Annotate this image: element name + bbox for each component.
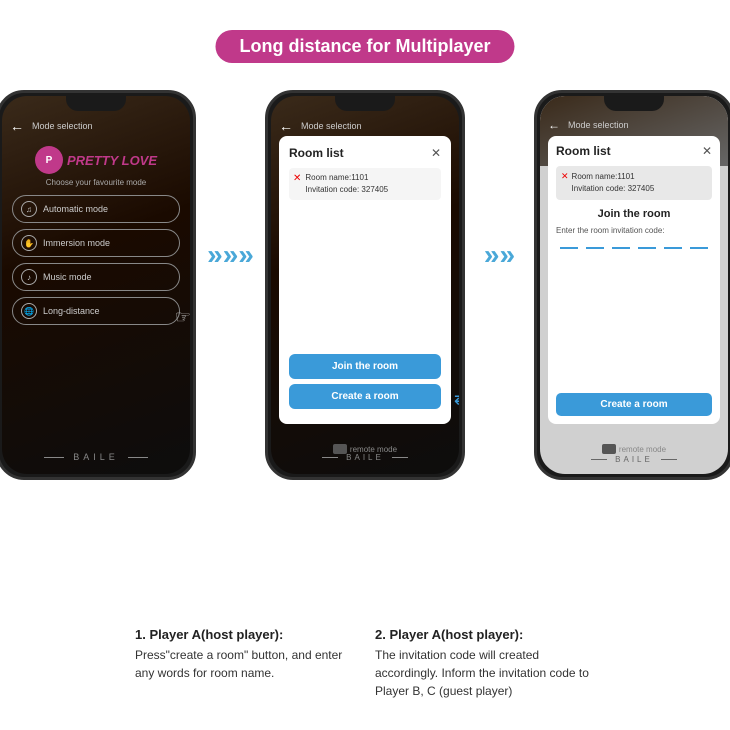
code-dash-6 <box>690 247 708 249</box>
create-room-wrapper: Create a room ⇄ <box>289 384 441 414</box>
desc-1-number: 1. Player A(host player): <box>135 627 355 642</box>
desc-1-text: Press"create a room" button, and enter a… <box>135 646 355 682</box>
desc-2-text: The invitation code will created accordi… <box>375 646 595 700</box>
phone-3-baile: BAILE <box>540 455 728 464</box>
phone3-mode-label: Mode selection <box>568 120 629 130</box>
phone3-room-name: Room name:1101 <box>572 171 655 183</box>
back-arrow-icon[interactable]: ← <box>10 118 24 134</box>
phone3-room-section: ✕ Room name:1101 Invitation code: 327405 <box>556 166 712 200</box>
phone-3-notch <box>604 93 664 111</box>
dialog-title-row: Room list ✕ <box>289 146 441 160</box>
phone-2-notch <box>335 93 395 111</box>
automatic-mode-btn[interactable]: ♫ Automatic mode <box>12 195 180 223</box>
phone3-remote-icon <box>602 444 616 454</box>
phone2-back-arrow[interactable]: ← <box>279 118 293 134</box>
phone-1-screen: ← Mode selection P PRETTY LOVE Choose yo… <box>2 96 190 474</box>
phone3-close-btn[interactable]: ✕ <box>702 144 712 158</box>
descriptions: 1. Player A(host player): Press"create a… <box>0 627 730 700</box>
long-distance-btn[interactable]: 🌐 Long-distance ☞ <box>12 297 180 325</box>
phone3-back-arrow[interactable]: ← <box>548 118 560 132</box>
code-dash-2 <box>586 247 604 249</box>
remote-label: remote mode <box>350 445 397 454</box>
join-room-title: Join the room <box>556 208 712 220</box>
phone-2-remote-bar: remote mode <box>271 444 459 454</box>
close-dialog-btn[interactable]: ✕ <box>431 146 441 160</box>
create-room-btn[interactable]: Create a room <box>289 384 441 409</box>
phone3-room-entry: ✕ Room name:1101 Invitation code: 327405 <box>561 171 707 195</box>
arrow-1-icon: »»» <box>207 239 254 271</box>
phones-row: ← Mode selection P PRETTY LOVE Choose yo… <box>0 90 730 480</box>
phone3-x-mark: ✕ <box>561 171 569 182</box>
phone-3: ← Mode selection Room list ✕ ✕ Room name… <box>534 90 730 480</box>
create-room-arrow-icon: ⇄ <box>454 389 459 410</box>
room-info: Room name:1101 Invitation code: 327405 <box>305 172 388 196</box>
code-dash-1 <box>560 247 578 249</box>
globe-icon: 🌐 <box>21 303 37 319</box>
room-list-dialog: Room list ✕ ✕ Room name:1101 Invitation … <box>279 136 451 424</box>
automatic-label: Automatic mode <box>43 204 108 214</box>
invitation-code: Invitation code: 327405 <box>305 184 388 196</box>
music-mode-btn[interactable]: ♪ Music mode <box>12 263 180 291</box>
phone-3-dialog: Room list ✕ ✕ Room name:1101 Invitation … <box>548 136 720 424</box>
arrow-2: »» <box>477 30 522 480</box>
automatic-icon: ♫ <box>21 201 37 217</box>
phone-3-screen: ← Mode selection Room list ✕ ✕ Room name… <box>540 96 728 474</box>
phone-2: ← Mode selection Room list ✕ ✕ Room name… <box>265 90 465 480</box>
logo-text: PRETTY LOVE <box>67 153 157 168</box>
phone3-room-info: Room name:1101 Invitation code: 327405 <box>572 171 655 195</box>
phone-3-remote-bar: remote mode <box>540 444 728 454</box>
phone3-remote-label: remote mode <box>619 445 666 454</box>
join-room-btn[interactable]: Join the room <box>289 354 441 379</box>
immersion-mode-btn[interactable]: ✋ Immersion mode <box>12 229 180 257</box>
phone3-dialog-title-row: Room list ✕ <box>556 144 712 158</box>
arrow-2-icon: »» <box>484 239 515 271</box>
arrow-1: »»» <box>208 30 253 480</box>
choose-label: Choose your favourite mode <box>2 178 190 187</box>
logo-area: P PRETTY LOVE <box>2 146 190 174</box>
long-distance-label: Long-distance <box>43 306 100 316</box>
title-banner: Long distance for Multiplayer <box>215 30 514 63</box>
remote-icon <box>333 444 347 454</box>
phone-2-screen: ← Mode selection Room list ✕ ✕ Room name… <box>271 96 459 474</box>
phone2-mode-label: Mode selection <box>301 121 362 131</box>
enter-code-label: Enter the room invitation code: <box>556 226 712 235</box>
room-name: Room name:1101 <box>305 172 388 184</box>
room-entry: ✕ Room name:1101 Invitation code: 327405 <box>289 168 441 200</box>
room-list-title: Room list <box>289 146 344 160</box>
immersion-label: Immersion mode <box>43 238 110 248</box>
code-dash-5 <box>664 247 682 249</box>
phone3-create-btn[interactable]: Create a room <box>556 393 712 416</box>
code-input-area <box>556 239 712 249</box>
music-label: Music mode <box>43 272 92 282</box>
phone-1-notch <box>66 93 126 111</box>
finger-cursor-icon: ☞ <box>175 307 190 328</box>
logo-icon: P <box>35 146 63 174</box>
dialog-spacer <box>289 206 441 354</box>
desc-2-number: 2. Player A(host player): <box>375 627 595 642</box>
phone3-invitation-code: Invitation code: 327405 <box>572 183 655 195</box>
room-x-mark: ✕ <box>293 173 301 184</box>
desc-box-2: 2. Player A(host player): The invitation… <box>375 627 595 700</box>
menu-buttons: ♫ Automatic mode ✋ Immersion mode ♪ Musi… <box>2 195 190 325</box>
desc-box-1: 1. Player A(host player): Press"create a… <box>135 627 355 700</box>
phone3-room-list-title: Room list <box>556 144 611 158</box>
mode-selection-label: Mode selection <box>32 121 93 131</box>
phone-1-baile: BAILE <box>2 452 190 462</box>
code-dash-3 <box>612 247 630 249</box>
phone-2-baile: BAILE <box>271 453 459 462</box>
music-icon: ♪ <box>21 269 37 285</box>
title-text: Long distance for Multiplayer <box>239 36 490 56</box>
immersion-icon: ✋ <box>21 235 37 251</box>
phone-1: ← Mode selection P PRETTY LOVE Choose yo… <box>0 90 196 480</box>
code-dash-4 <box>638 247 656 249</box>
phone3-spacer <box>556 259 712 393</box>
